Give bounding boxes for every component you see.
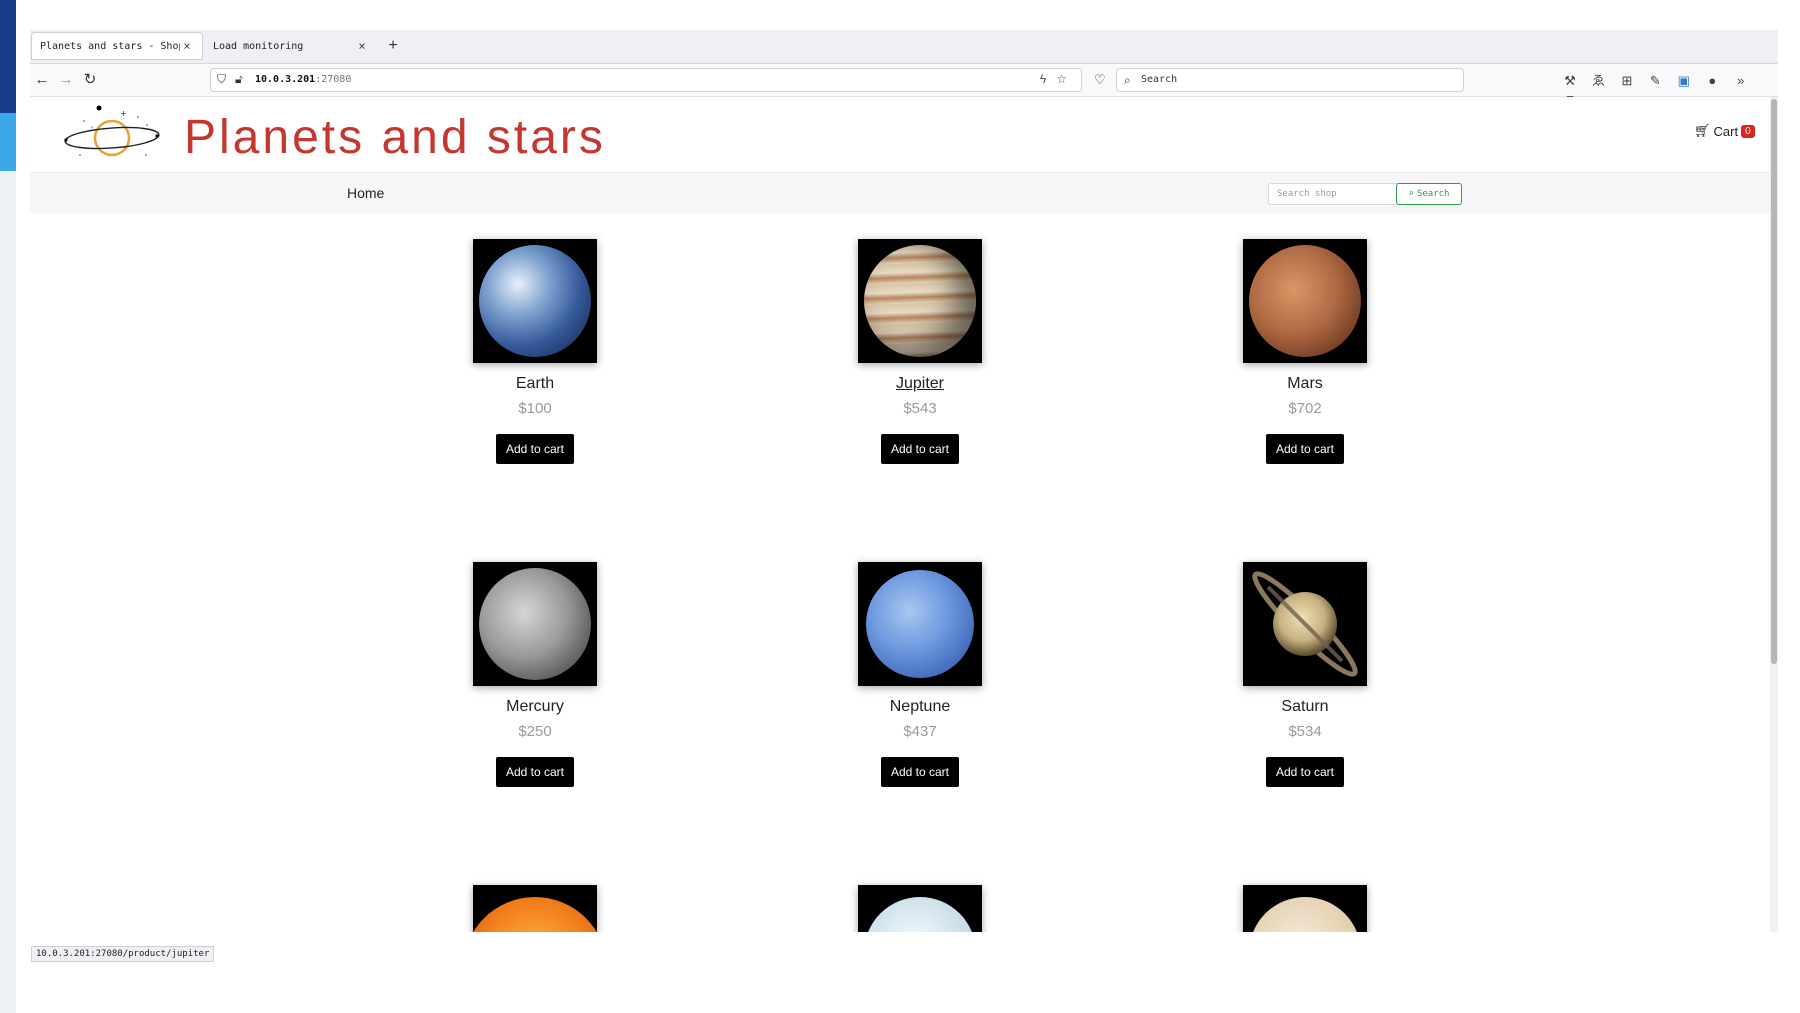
- product-price: $100: [518, 400, 552, 417]
- product-image-saturn[interactable]: [1243, 562, 1367, 686]
- extension-multicolor-icon[interactable]: ●: [1700, 73, 1724, 88]
- add-to-cart-button[interactable]: Add to cart: [1265, 757, 1345, 787]
- scrollbar-thumb[interactable]: [1771, 99, 1777, 664]
- site-title[interactable]: Planets and stars: [184, 110, 606, 165]
- pocket-icon[interactable]: ♡: [1094, 72, 1106, 88]
- product-name[interactable]: Mars: [1185, 373, 1425, 395]
- product-card-mars: Mars $702 Add to cart: [1185, 239, 1425, 464]
- product-card-uranus-partial: [800, 885, 1040, 932]
- browser-search-bar[interactable]: ⌕ Search: [1116, 68, 1464, 92]
- product-image-mercury[interactable]: [473, 562, 597, 686]
- url-bar[interactable]: ⛉ 🔓︎ 10.0.3.201:27080 ϟ☆: [210, 68, 1082, 92]
- overflow-chevron-icon[interactable]: »: [1729, 73, 1753, 88]
- add-to-cart-button[interactable]: Add to cart: [880, 434, 960, 464]
- lock-icon[interactable]: 🔓︎: [235, 72, 243, 87]
- tab-planets-shop[interactable]: Planets and stars - Shop ×: [31, 32, 203, 60]
- tab-close-icon[interactable]: ×: [180, 39, 194, 53]
- product-price: $437: [903, 723, 937, 740]
- reload-icon[interactable]: ↻: [80, 70, 100, 90]
- reader-icon[interactable]: ϟ: [1040, 72, 1056, 86]
- forward-arrow-icon[interactable]: →: [56, 70, 76, 90]
- add-to-cart-button[interactable]: Add to cart: [495, 434, 575, 464]
- add-to-cart-button[interactable]: Add to cart: [880, 757, 960, 787]
- nav-home-link[interactable]: Home: [347, 185, 384, 201]
- cart-count-badge: 0: [1741, 124, 1755, 138]
- tab-title: Load monitoring: [213, 40, 304, 52]
- product-image-mars[interactable]: [1243, 239, 1367, 363]
- back-arrow-icon[interactable]: ←: [32, 70, 52, 90]
- site-navbar: Home ⌕ Search: [30, 172, 1770, 213]
- page-viewport: + Planets and stars 🛒︎ Cart 0 Home ⌕ Sea…: [30, 97, 1778, 932]
- product-image-uranus[interactable]: [858, 885, 982, 932]
- product-card-neptune: Neptune $437 Add to cart: [800, 562, 1040, 787]
- svg-text:+: +: [120, 109, 127, 118]
- product-card-sun-partial: [415, 885, 655, 932]
- extension-grid-icon[interactable]: ⊞: [1615, 73, 1639, 89]
- tab-bar: Planets and stars - Shop × Load monitori…: [30, 30, 1778, 64]
- product-image-venus[interactable]: [1243, 885, 1367, 932]
- navigation-toolbar: ← → ↻ ⛉ 🔓︎ 10.0.3.201:27080 ϟ☆ ♡ ⭳ ⌕ Sea…: [30, 64, 1778, 106]
- shop-search-button[interactable]: ⌕ Search: [1396, 183, 1462, 205]
- shopping-cart-icon: 🛒︎: [1694, 123, 1711, 138]
- page-scrollbar[interactable]: [1770, 97, 1778, 932]
- desktop-strip-light: [0, 113, 16, 171]
- link-status-bar: 10.0.3.201:27080/product/jupiter: [31, 946, 215, 962]
- saturn-illustration: [1252, 571, 1358, 677]
- search-icon: ⌕: [1124, 73, 1131, 87]
- product-card-earth: Earth $100 Add to cart: [415, 239, 655, 464]
- site-header: + Planets and stars 🛒︎ Cart 0: [30, 97, 1770, 172]
- product-name[interactable]: Saturn: [1185, 696, 1425, 718]
- product-image-earth[interactable]: [473, 239, 597, 363]
- product-card-jupiter: Jupiter $543 Add to cart: [800, 239, 1040, 464]
- product-name[interactable]: Jupiter: [800, 373, 1040, 395]
- extension-edit-icon[interactable]: ✎: [1643, 73, 1667, 89]
- cart-link[interactable]: 🛒︎ Cart 0: [1694, 123, 1755, 139]
- product-price: $534: [1288, 723, 1322, 740]
- extension-tool-icon[interactable]: ⚒: [1558, 73, 1582, 89]
- product-price: $702: [1288, 400, 1322, 417]
- browser-window: Planets and stars - Shop × Load monitori…: [30, 30, 1778, 962]
- url-bar-actions: ϟ☆: [1040, 72, 1077, 86]
- product-card-saturn: Saturn $534 Add to cart: [1185, 562, 1425, 787]
- add-to-cart-button[interactable]: Add to cart: [1265, 434, 1345, 464]
- product-image-jupiter[interactable]: [858, 239, 982, 363]
- product-card-mercury: Mercury $250 Add to cart: [415, 562, 655, 787]
- product-name[interactable]: Earth: [415, 373, 655, 395]
- planet-logo-icon[interactable]: +: [62, 103, 162, 163]
- cart-label: Cart: [1713, 123, 1739, 139]
- tab-load-monitoring[interactable]: Load monitoring ×: [205, 32, 377, 60]
- search-icon: ⌕: [1408, 189, 1414, 199]
- url-host: 10.0.3.201: [255, 74, 316, 85]
- url-port: :27080: [315, 74, 352, 85]
- product-name[interactable]: Neptune: [800, 696, 1040, 718]
- extension-badge-icon[interactable]: ▣: [1672, 73, 1696, 89]
- shop-search-button-label: Search: [1416, 189, 1450, 199]
- product-price: $543: [903, 400, 937, 417]
- product-card-venus-partial: [1185, 885, 1425, 932]
- desktop-side-strip: [0, 0, 16, 1013]
- product-image-sun[interactable]: [473, 885, 597, 932]
- product-image-neptune[interactable]: [858, 562, 982, 686]
- shield-icon[interactable]: ⛉: [217, 72, 226, 87]
- tab-title: Planets and stars - Shop: [40, 40, 180, 52]
- add-to-cart-button[interactable]: Add to cart: [495, 757, 575, 787]
- product-name[interactable]: Mercury: [415, 696, 655, 718]
- new-tab-button[interactable]: +: [382, 35, 404, 57]
- url-text[interactable]: 10.0.3.201:27080: [255, 74, 351, 85]
- desktop-strip-dark: [0, 0, 16, 113]
- extension-translate-icon[interactable]: ゑ: [1586, 70, 1610, 89]
- tab-close-icon[interactable]: ×: [355, 39, 369, 53]
- product-price: $250: [518, 723, 552, 740]
- browser-search-placeholder: Search: [1141, 74, 1178, 85]
- bookmark-star-icon[interactable]: ☆: [1056, 72, 1077, 86]
